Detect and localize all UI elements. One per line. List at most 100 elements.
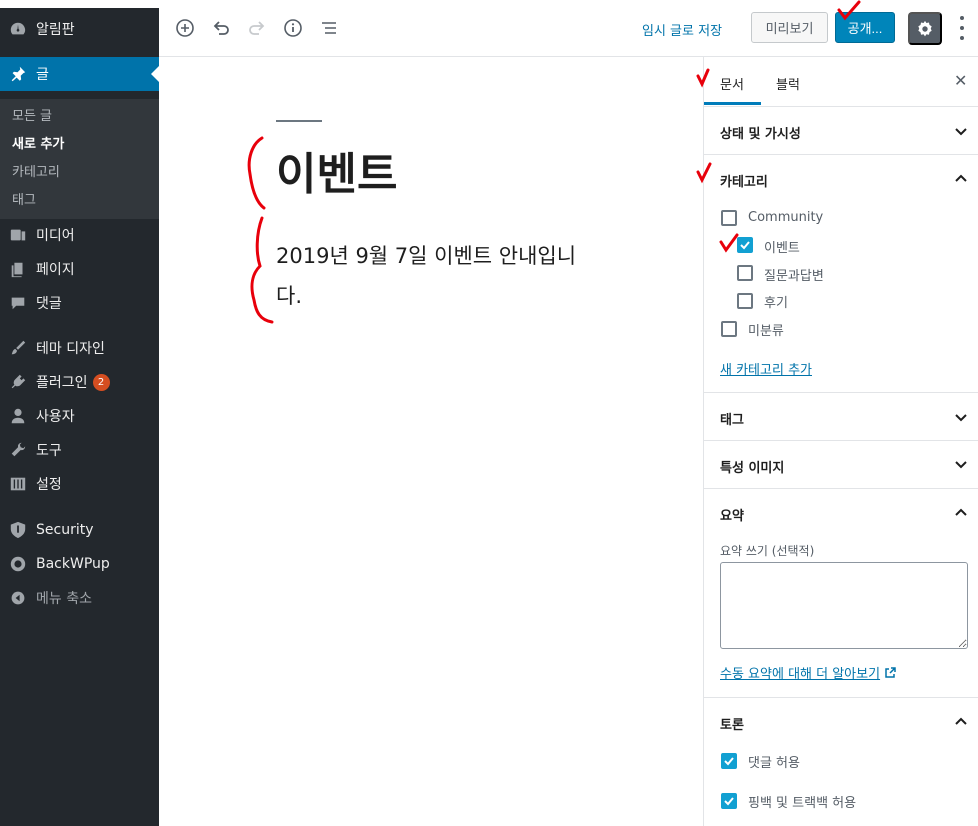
excerpt-help-link[interactable]: 수동 요약에 대해 더 알아보기: [720, 663, 896, 682]
category-checkbox-uncategorized[interactable]: [721, 321, 737, 337]
sidebar-item-security[interactable]: Security: [0, 513, 159, 547]
sidebar-item-tools[interactable]: 도구: [0, 433, 159, 467]
admin-sidebar: 알림판 글 모든 글 새로 추가 카테고리 태그 미디어 페이지 댓글 테마 디…: [0, 8, 159, 826]
sidebar-item-backwpup[interactable]: BackWPup: [0, 547, 159, 581]
divider: [704, 154, 978, 155]
chevron-up-icon[interactable]: [954, 506, 968, 520]
close-icon[interactable]: ✕: [954, 71, 967, 90]
save-draft-link[interactable]: 임시 글로 저장: [642, 20, 722, 39]
sidebar-item-media[interactable]: 미디어: [0, 218, 159, 252]
chevron-down-icon[interactable]: [954, 410, 968, 424]
sidebar-item-pages[interactable]: 페이지: [0, 252, 159, 286]
allow-comments-label: 댓글 허용: [748, 756, 800, 771]
redo-icon[interactable]: [246, 17, 268, 39]
chevron-down-icon[interactable]: [954, 457, 968, 471]
add-block-icon[interactable]: [174, 17, 196, 39]
preview-button[interactable]: 미리보기: [751, 12, 828, 43]
editor-toolbar: 임시 글로 저장 미리보기 공개...: [159, 0, 978, 57]
sidebar-item-label: BackWPup: [36, 556, 110, 572]
excerpt-textarea[interactable]: [720, 562, 968, 649]
plugin-icon: [0, 373, 36, 391]
sidebar-item-plugins[interactable]: 플러그인 2: [0, 365, 159, 399]
settings-sidebar: 문서 블럭 ✕ 상태 및 가시성 카테고리 Community 이벤트 질문과답…: [703, 57, 978, 826]
outline-icon[interactable]: [318, 17, 340, 39]
annotation-bracket-title: [247, 136, 266, 210]
add-new-category-link[interactable]: 새 카테고리 추가: [720, 359, 812, 378]
category-checkbox-event[interactable]: [737, 237, 753, 253]
sidebar-item-label: 알림판: [36, 22, 75, 38]
category-checkbox-review[interactable]: [737, 293, 753, 309]
submenu-all-posts[interactable]: 모든 글: [12, 105, 52, 124]
section-featured-image-title[interactable]: 특성 이미지: [720, 457, 784, 476]
brush-icon: [0, 339, 36, 357]
active-indicator: [151, 66, 159, 82]
sidebar-item-comments[interactable]: 댓글: [0, 286, 159, 320]
pages-icon: [0, 260, 36, 278]
section-tags-title[interactable]: 태그: [720, 409, 744, 428]
sidebar-item-label: 도구: [36, 443, 62, 459]
submenu-categories[interactable]: 카테고리: [12, 161, 60, 180]
sidebar-item-label: 글: [36, 67, 49, 83]
collapse-icon: [0, 590, 36, 606]
chevron-up-icon[interactable]: [954, 172, 968, 186]
settings-sliders-icon: [0, 475, 36, 493]
info-icon[interactable]: [282, 17, 304, 39]
publish-button[interactable]: 공개...: [835, 12, 895, 43]
category-label: Community: [748, 210, 824, 225]
sidebar-collapse-menu[interactable]: 메뉴 축소: [0, 581, 159, 615]
sidebar-item-label: 플러그인: [36, 375, 88, 391]
tab-block[interactable]: 블럭: [776, 74, 800, 93]
sidebar-item-label: 페이지: [36, 262, 75, 278]
title-separator: [276, 120, 322, 122]
settings-gear-icon: [918, 20, 932, 36]
user-icon: [0, 407, 36, 425]
checkmark-icon: [740, 241, 750, 250]
submenu-tags[interactable]: 태그: [12, 189, 36, 208]
checkmark-icon: [724, 797, 734, 806]
allow-pingbacks-checkbox[interactable]: [721, 793, 737, 809]
category-checkbox-qna[interactable]: [737, 265, 753, 281]
sidebar-item-label: 설정: [36, 477, 62, 493]
allow-pingbacks-label: 핑백 및 트랙백 허용: [748, 796, 857, 811]
divider: [704, 697, 978, 698]
section-excerpt-title[interactable]: 요약: [720, 505, 744, 524]
divider: [704, 440, 978, 441]
category-label: 미분류: [748, 324, 784, 339]
sidebar-item-label: 댓글: [36, 296, 62, 312]
category-checkbox-community[interactable]: [721, 210, 737, 226]
allow-comments-checkbox[interactable]: [721, 753, 737, 769]
annotation-bracket-body: [250, 216, 274, 324]
sidebar-item-users[interactable]: 사용자: [0, 399, 159, 433]
sidebar-item-posts[interactable]: 글: [0, 57, 159, 91]
active-tab-indicator: [704, 102, 761, 105]
section-discussion-title[interactable]: 토론: [720, 714, 744, 733]
plugin-update-badge: 2: [92, 373, 110, 391]
comments-icon: [0, 294, 36, 312]
sidebar-item-dashboard[interactable]: 알림판: [0, 12, 159, 46]
section-status-title[interactable]: 상태 및 가시성: [720, 123, 801, 142]
sidebar-item-appearance[interactable]: 테마 디자인: [0, 331, 159, 365]
chevron-down-icon[interactable]: [954, 124, 968, 138]
post-title[interactable]: 이벤트: [276, 138, 397, 202]
sidebar-item-label: 사용자: [36, 409, 75, 425]
pushpin-icon: [0, 65, 36, 83]
undo-icon[interactable]: [210, 17, 232, 39]
more-vertical-icon[interactable]: [952, 16, 972, 40]
posts-submenu: 모든 글 새로 추가 카테고리 태그: [0, 99, 159, 219]
settings-toggle-button[interactable]: [908, 12, 942, 45]
media-icon: [0, 226, 36, 244]
divider: [704, 106, 978, 107]
divider: [704, 488, 978, 489]
tab-document[interactable]: 문서: [720, 74, 744, 93]
section-categories-title[interactable]: 카테고리: [720, 171, 768, 190]
dashboard-icon: [0, 20, 36, 38]
chevron-up-icon[interactable]: [954, 715, 968, 729]
category-label: 이벤트: [764, 241, 800, 256]
excerpt-field-label: 요약 쓰기 (선택적): [720, 544, 815, 558]
sidebar-item-settings[interactable]: 설정: [0, 467, 159, 501]
divider: [704, 392, 978, 393]
shield-icon: [0, 521, 36, 539]
paragraph-block[interactable]: 2019년 9월 7일 이벤트 안내입니다.: [276, 236, 596, 316]
submenu-add-new[interactable]: 새로 추가: [12, 133, 64, 152]
category-label: 질문과답변: [764, 269, 824, 284]
